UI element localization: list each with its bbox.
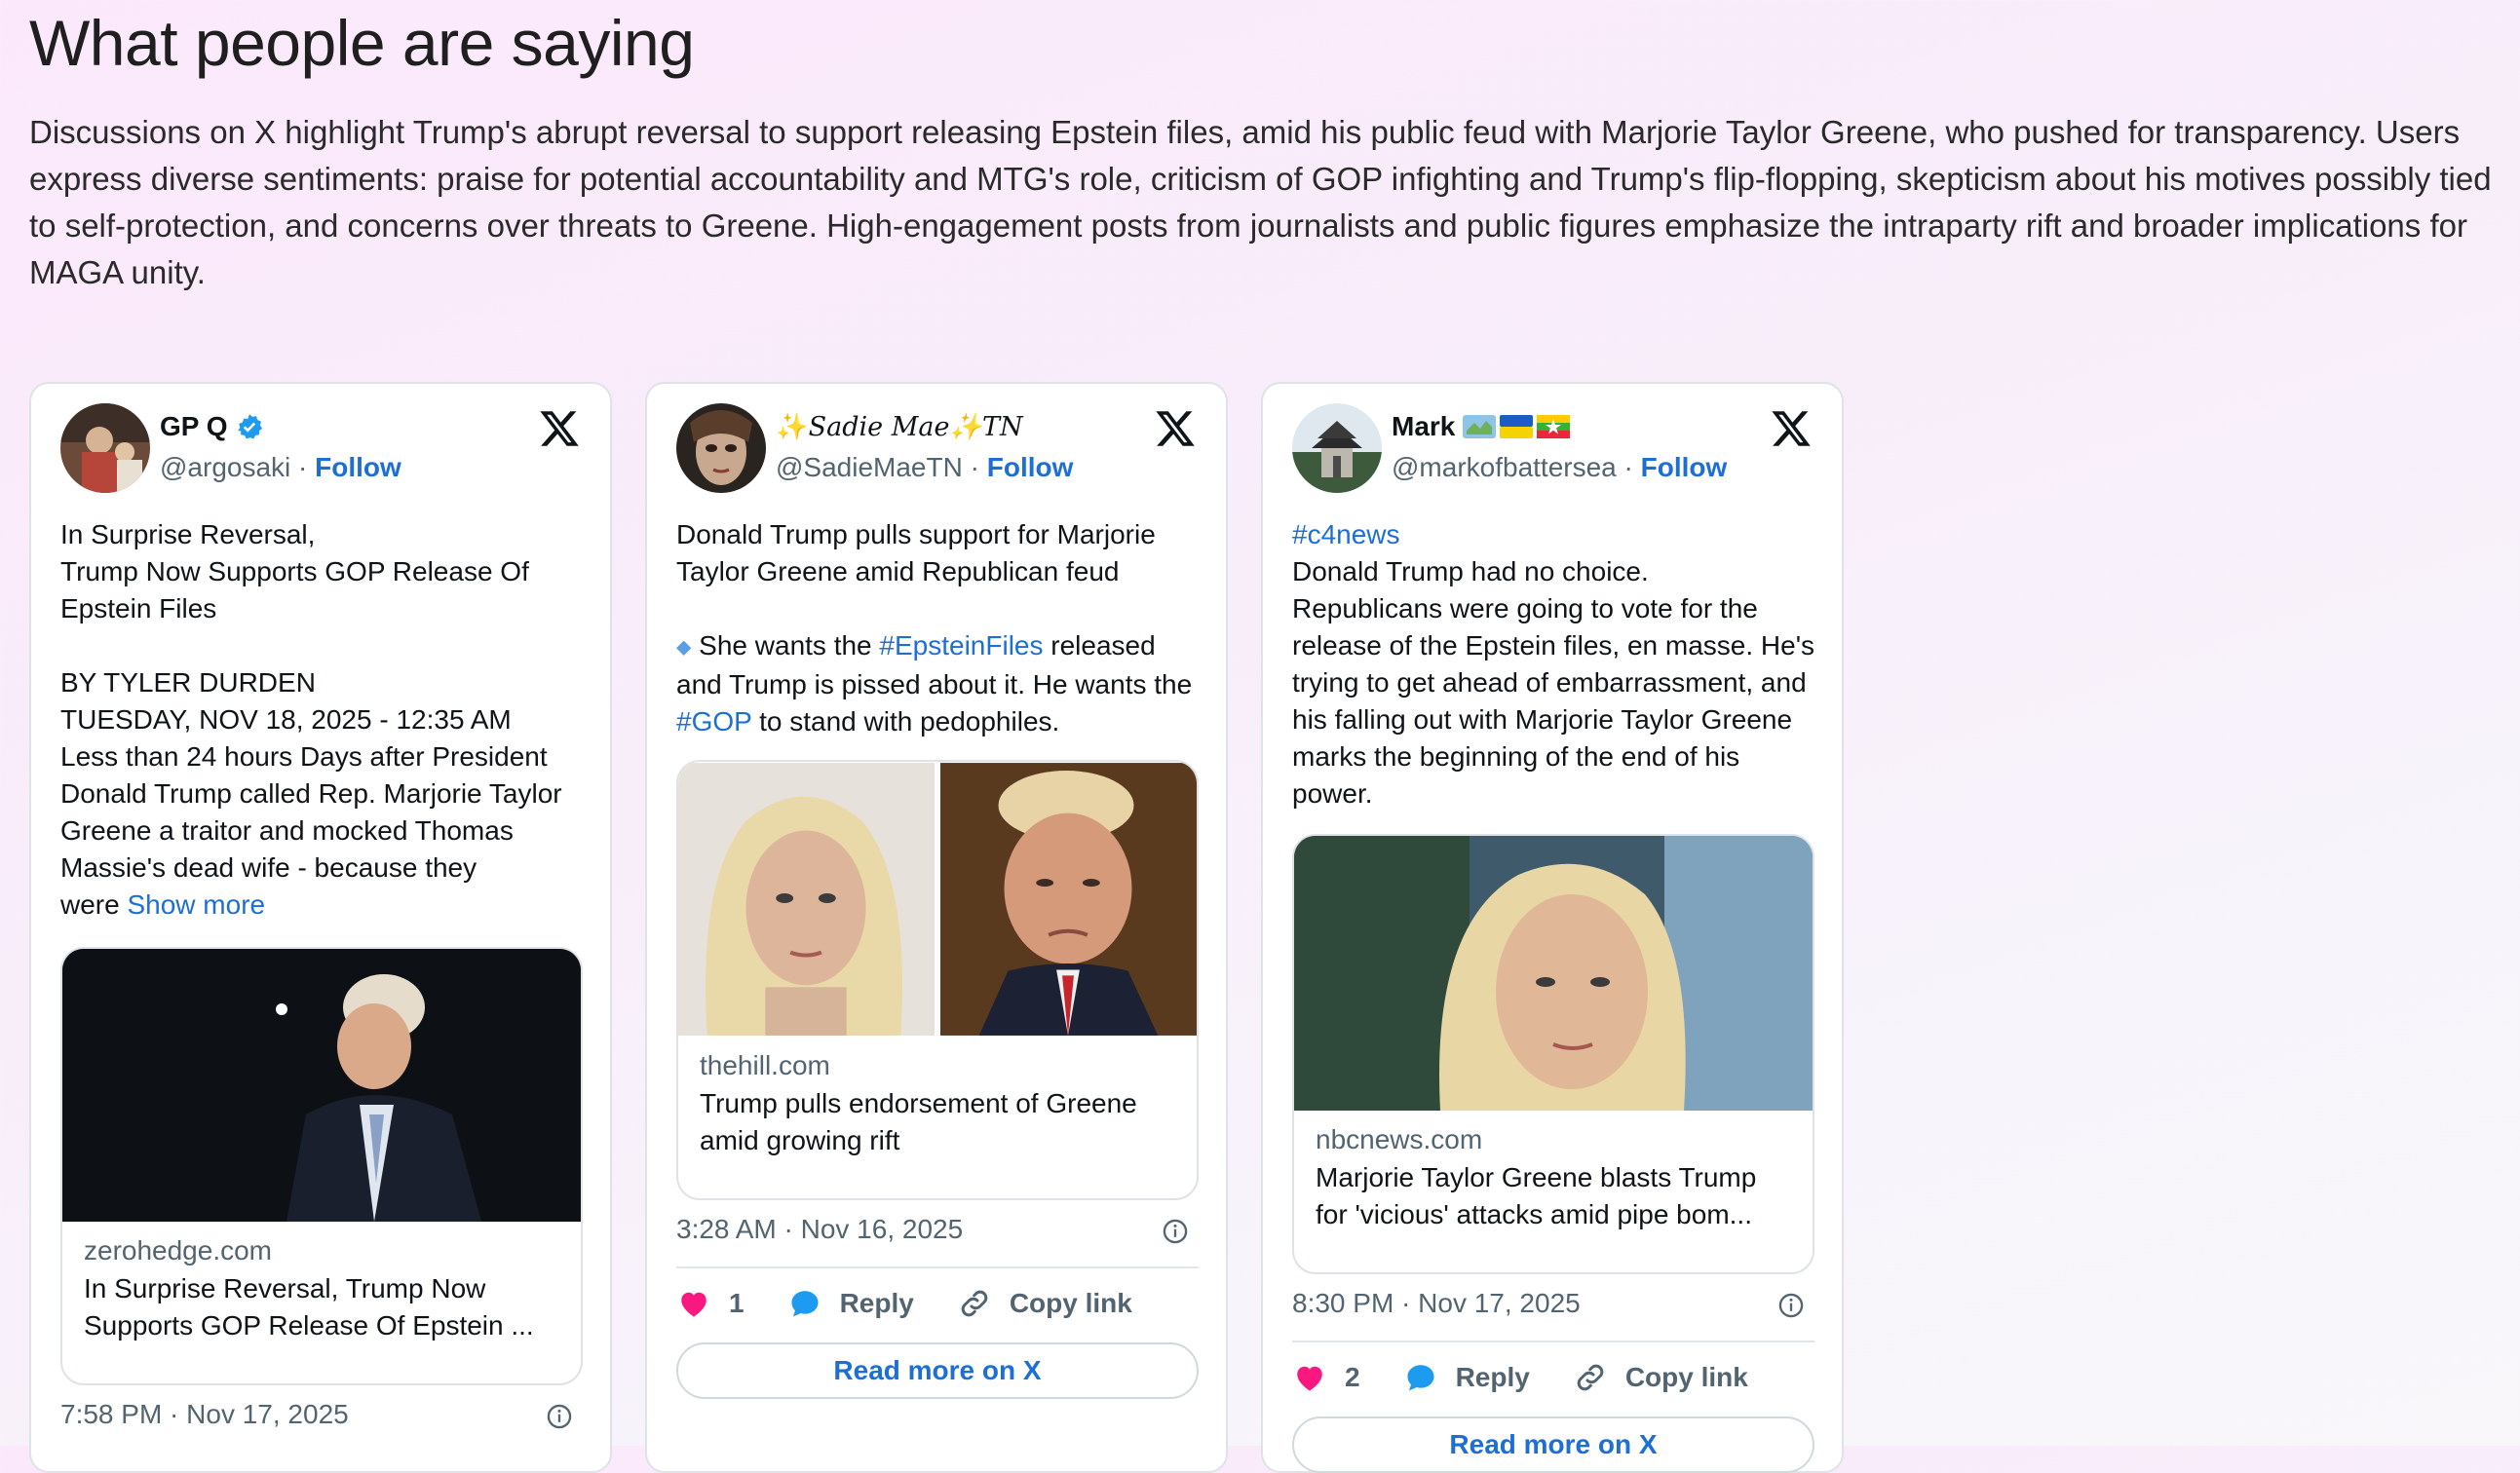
read-more-button[interactable]: Read more on X xyxy=(1292,1416,1814,1473)
reply-button[interactable]: Reply xyxy=(1403,1360,1530,1395)
info-icon[interactable] xyxy=(546,1403,573,1430)
tweet-line: Donald Trump pulls support for Marjorie … xyxy=(676,519,1156,586)
tweet-word: to stand with pedophiles. xyxy=(751,705,1060,736)
timestamp[interactable]: 8:30 PM · Nov 17, 2025 xyxy=(1292,1288,1581,1319)
tweet-line: ◆ She wants the #EpsteinFiles released a… xyxy=(676,627,1203,740)
link-card[interactable]: zerohedge.com In Surprise Reversal, Trum… xyxy=(60,947,583,1385)
tweet-line: Republicans were going to vote for the r… xyxy=(1292,593,1815,809)
verified-badge-icon xyxy=(237,414,262,439)
tweet-word: She wants the xyxy=(691,630,880,661)
action-bar: 1 Reply Copy link xyxy=(676,1286,1203,1321)
tweet-line: Less than 24 hours Days after President … xyxy=(60,741,562,883)
follow-button[interactable]: Follow xyxy=(1641,452,1728,482)
tweet-text: In Surprise Reversal, Trump Now Supports… xyxy=(60,516,587,924)
handle[interactable]: @SadieMaeTN xyxy=(776,452,963,482)
x-logo-icon[interactable] xyxy=(1770,407,1813,450)
link-card-title: Trump pulls endorsement of Greene amid g… xyxy=(700,1088,1137,1155)
display-name-text: ✨Sadie Mae✨TN xyxy=(776,411,1023,442)
divider xyxy=(1292,1341,1814,1342)
reply-bubble-icon xyxy=(1407,1365,1434,1391)
tweet-word: were xyxy=(60,889,120,920)
tweet-text: Donald Trump pulls support for Marjorie … xyxy=(676,516,1203,740)
info-icon[interactable] xyxy=(1777,1292,1805,1319)
info-icon[interactable] xyxy=(1162,1218,1189,1245)
avatar[interactable] xyxy=(676,403,766,493)
reply-label: Reply xyxy=(1455,1362,1530,1392)
display-name[interactable]: GP Q xyxy=(160,411,263,442)
tweet-line: Epstein Files xyxy=(60,593,217,623)
link-card[interactable]: nbcnews.com Marjorie Taylor Greene blast… xyxy=(1292,834,1814,1274)
sparkle-emoji: ✨ xyxy=(776,412,809,442)
like-count: 1 xyxy=(729,1288,745,1318)
section-summary: Discussions on X highlight Trump's abrup… xyxy=(29,114,2492,290)
link-card-image xyxy=(1294,836,1813,1111)
myanmar-flag-icon xyxy=(1537,415,1571,438)
tweet-text: #c4news Donald Trump had no choice. Repu… xyxy=(1292,516,1818,812)
x-logo-icon[interactable] xyxy=(538,407,581,450)
handle-line: @markofbattersea · Follow xyxy=(1392,452,1728,482)
tweet-line: In Surprise Reversal, xyxy=(60,519,316,549)
timestamp[interactable]: 7:58 PM · Nov 17, 2025 xyxy=(60,1399,349,1430)
link-icon xyxy=(961,1290,988,1317)
ukraine-flag-icon xyxy=(1500,415,1534,438)
link-card-image xyxy=(678,762,1197,1037)
tweet-line: Trump Now Supports GOP Release Of xyxy=(60,556,529,586)
tweet-card[interactable]: ✨Sadie Mae✨TN @SadieMaeTN · Follow Donal… xyxy=(645,382,1228,1473)
link-card-title: Marjorie Taylor Greene blasts Trump for … xyxy=(1316,1162,1757,1229)
avatar[interactable] xyxy=(60,403,150,493)
hashtag-link[interactable]: #EpsteinFiles xyxy=(879,630,1043,661)
link-card-domain: thehill.com xyxy=(700,1050,830,1080)
display-name-suffix: ✨TN xyxy=(949,412,1023,442)
copy-link-button[interactable]: Copy link xyxy=(1573,1360,1748,1395)
handle[interactable]: @markofbattersea xyxy=(1392,452,1617,482)
reply-bubble-icon xyxy=(791,1291,819,1317)
hashtag-link[interactable]: #c4news xyxy=(1292,516,1818,553)
action-bar: 2 Reply Copy link xyxy=(1292,1360,1818,1395)
tweet-line: TUESDAY, NOV 18, 2025 - 12:35 AM xyxy=(60,704,512,735)
like-button[interactable]: 1 xyxy=(676,1286,745,1321)
tweet-card[interactable]: Mark @markofbattersea · Follow #c4news D… xyxy=(1261,382,1844,1473)
link-card-image xyxy=(62,949,581,1222)
tweet-line: Donald Trump had no choice. xyxy=(1292,556,1649,586)
display-name[interactable]: Mark xyxy=(1392,411,1571,442)
read-more-button[interactable]: Read more on X xyxy=(676,1342,1199,1399)
handle[interactable]: @argosaki xyxy=(160,452,290,482)
tweet-card[interactable]: GP Q @argosaki · Follow In Surprise Reve… xyxy=(29,382,612,1473)
flag-icons xyxy=(1463,415,1571,438)
avatar[interactable] xyxy=(1292,403,1382,493)
show-more-link[interactable]: Show more xyxy=(127,889,265,920)
diamond-icon: ◆ xyxy=(676,636,692,659)
handle-line: @SadieMaeTN · Follow xyxy=(776,452,1074,482)
link-card[interactable]: thehill.com Trump pulls endorsement of G… xyxy=(676,760,1199,1200)
handle-line: @argosaki · Follow xyxy=(160,452,401,482)
link-card-domain: nbcnews.com xyxy=(1316,1124,1483,1154)
timestamp[interactable]: 3:28 AM · Nov 16, 2025 xyxy=(676,1214,963,1245)
heart-icon xyxy=(1297,1366,1322,1391)
tweet-line: BY TYLER DURDEN xyxy=(60,667,316,698)
follow-button[interactable]: Follow xyxy=(987,452,1074,482)
display-name-text: Mark xyxy=(1392,411,1456,441)
section-heading: What people are saying xyxy=(29,7,695,79)
link-card-title: In Surprise Reversal, Trump Now Supports… xyxy=(84,1273,534,1341)
copy-link-button[interactable]: Copy link xyxy=(957,1286,1132,1321)
map-emoji-icon xyxy=(1463,415,1497,438)
display-name-main: Sadie Mae xyxy=(808,412,950,442)
like-button[interactable]: 2 xyxy=(1292,1360,1360,1395)
x-logo-icon[interactable] xyxy=(1154,407,1197,450)
copy-link-label: Copy link xyxy=(1624,1362,1748,1392)
divider xyxy=(676,1266,1199,1268)
heart-icon xyxy=(681,1292,706,1317)
link-icon xyxy=(1577,1364,1604,1391)
reply-button[interactable]: Reply xyxy=(787,1286,914,1321)
follow-button[interactable]: Follow xyxy=(315,452,401,482)
copy-link-label: Copy link xyxy=(1009,1288,1132,1318)
tweet-line: were Show more xyxy=(60,887,587,924)
display-name[interactable]: ✨Sadie Mae✨TN xyxy=(776,411,1023,442)
link-card-domain: zerohedge.com xyxy=(84,1235,273,1265)
hashtag-link[interactable]: #GOP xyxy=(676,706,751,736)
reply-label: Reply xyxy=(839,1288,914,1318)
display-name-text: GP Q xyxy=(160,411,228,441)
like-count: 2 xyxy=(1345,1362,1360,1392)
